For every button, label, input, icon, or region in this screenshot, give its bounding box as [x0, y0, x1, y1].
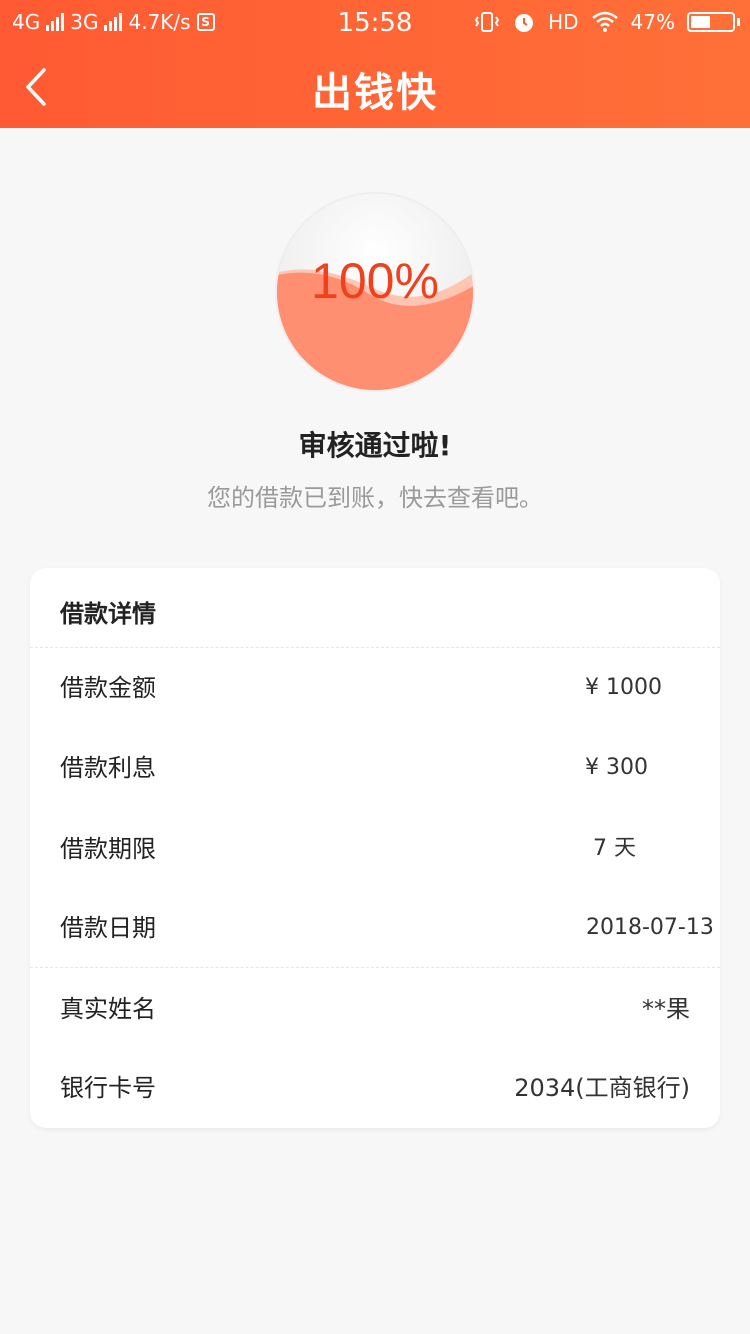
detail-row-amount: 借款金额 ¥ 1000 [30, 668, 720, 708]
detail-value: ¥ 1000 [585, 675, 662, 700]
wifi-icon [591, 11, 618, 32]
alarm-icon [515, 14, 534, 32]
detail-label: 借款期限 [60, 835, 156, 863]
detail-value: 7 天 [593, 836, 636, 861]
detail-label: 借款日期 [60, 914, 156, 942]
detail-row-date: 借款日期 2018-07-13 [30, 908, 720, 948]
detail-label: 真实姓名 [60, 995, 156, 1023]
status-subtitle: 您的借款已到账，快去查看吧。 [207, 484, 543, 512]
divider [30, 647, 720, 648]
page-title: 出钱快 [312, 70, 438, 116]
hd-label: HD [548, 10, 579, 34]
vibrate-icon [474, 12, 500, 32]
card-title: 借款详情 [60, 600, 156, 628]
progress-percent: 100% [311, 253, 439, 309]
detail-label: 借款利息 [60, 754, 156, 782]
detail-value: **果 [642, 995, 690, 1023]
detail-row-bank-card: 银行卡号 2034(工商银行) [30, 1068, 720, 1108]
loan-details-card: 借款详情 借款金额 ¥ 1000 借款利息 ¥ 300 借款期限 7 天 借款日… [30, 568, 720, 1128]
detail-row-term: 借款期限 7 天 [30, 829, 720, 869]
detail-row-interest: 借款利息 ¥ 300 [30, 748, 720, 788]
status-right: HD 47% [474, 10, 740, 34]
nav-bar: 出钱快 [0, 48, 750, 128]
detail-label: 银行卡号 [60, 1074, 156, 1102]
detail-value: 2034(工商银行) [514, 1074, 690, 1102]
status-bar: 4G 3G 4.7K/s S 15:58 HD 47% [0, 0, 750, 48]
battery-icon [687, 12, 740, 32]
detail-value: 2018-07-13 [586, 915, 714, 940]
detail-label: 借款金额 [60, 674, 156, 702]
divider [30, 967, 720, 968]
battery-percent: 47% [630, 10, 675, 34]
status-title: 审核通过啦! [298, 429, 452, 462]
progress-globe: 100% [273, 190, 477, 394]
detail-row-name: 真实姓名 **果 [30, 989, 720, 1029]
detail-value: ¥ 300 [585, 755, 648, 780]
